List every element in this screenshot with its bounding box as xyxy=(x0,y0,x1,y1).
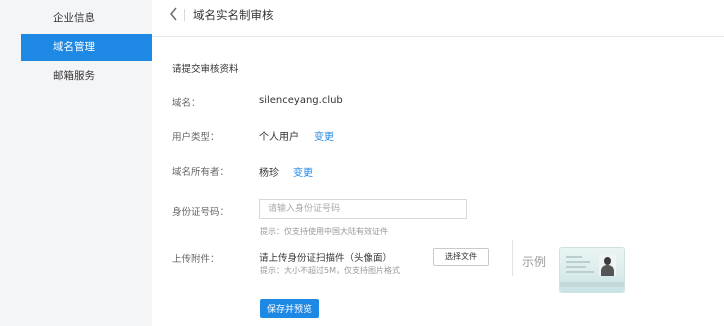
section-title: 请提交审核资料 xyxy=(172,64,239,75)
owner-value: 杨珍 xyxy=(259,168,279,179)
user-type-label: 用户类型： xyxy=(172,132,220,143)
sidebar-item-domain-management[interactable]: 域名管理 xyxy=(21,34,152,61)
sidebar: 企业信息 域名管理 邮箱服务 xyxy=(0,0,152,326)
attachment-hint: 提示：大小不超过5M，仅支持图片格式 xyxy=(260,266,400,275)
page-title: 域名实名制审核 xyxy=(193,8,274,22)
change-owner-link[interactable]: 变更 xyxy=(293,164,313,179)
save-and-preview-button[interactable]: 保存并预览 xyxy=(260,299,319,318)
domain-value: silenceyang.club xyxy=(259,95,343,106)
title-divider xyxy=(184,9,185,21)
example-divider xyxy=(512,240,513,276)
example-label: 示例 xyxy=(522,255,547,269)
main-content: 域名实名制审核 请提交审核资料 域名： silenceyang.club 用户类… xyxy=(152,0,724,326)
id-number-hint: 提示：仅支持使用中国大陆有效证件 xyxy=(260,227,388,236)
sidebar-item-company-info[interactable]: 企业信息 xyxy=(21,5,152,32)
id-number-input[interactable] xyxy=(259,199,467,219)
attachment-instruction: 请上传身份证扫描件（头像面） xyxy=(259,253,393,264)
page-header: 域名实名制审核 xyxy=(152,0,724,37)
user-type-value: 个人用户 xyxy=(259,132,299,143)
domain-label: 域名： xyxy=(172,98,201,109)
id-card-example-image xyxy=(559,247,625,293)
change-user-type-link[interactable]: 变更 xyxy=(314,128,334,143)
id-card-portrait xyxy=(599,254,616,276)
chevron-left-icon[interactable] xyxy=(168,6,180,22)
id-number-label: 身份证号码： xyxy=(172,207,230,218)
attachment-label: 上传附件： xyxy=(172,254,220,265)
choose-file-button[interactable]: 选择文件 xyxy=(433,248,489,266)
sidebar-item-email-service[interactable]: 邮箱服务 xyxy=(21,63,152,90)
owner-label: 域名所有者： xyxy=(172,167,230,178)
